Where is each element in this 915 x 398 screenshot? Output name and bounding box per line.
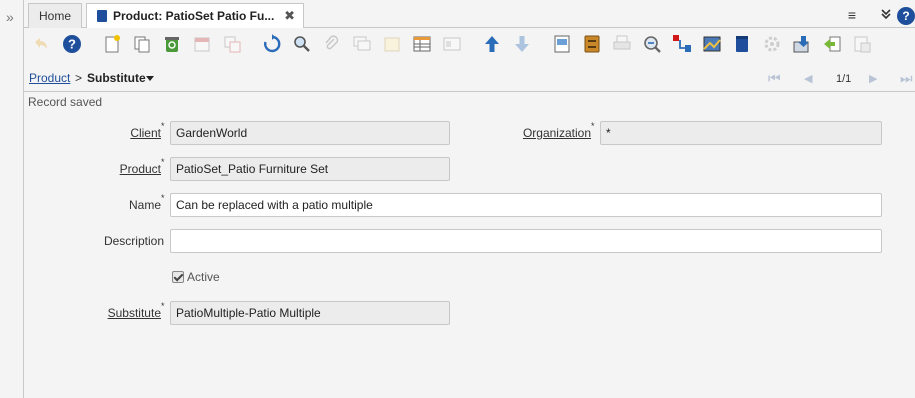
client-label[interactable]: Client <box>110 126 161 140</box>
archive-icon[interactable] <box>580 32 604 56</box>
active-label[interactable]: Active <box>187 270 220 284</box>
delete-selection-icon[interactable] <box>190 32 214 56</box>
breadcrumb-current-tab[interactable]: Substitute <box>87 71 146 85</box>
chat-icon[interactable] <box>350 32 374 56</box>
export-icon[interactable] <box>790 32 814 56</box>
organization-label[interactable]: Organization <box>500 126 591 140</box>
tab-home[interactable]: Home <box>28 3 82 28</box>
first-record-icon[interactable]: ⏮ <box>768 70 781 87</box>
substitute-label[interactable]: Substitute <box>90 306 161 320</box>
organization-field[interactable]: * <box>600 121 882 145</box>
copy-record-icon[interactable] <box>130 32 154 56</box>
zoom-across-icon[interactable] <box>640 32 664 56</box>
import-icon[interactable] <box>820 32 844 56</box>
post-icon[interactable] <box>850 32 874 56</box>
last-record-icon[interactable]: ⏭ <box>900 70 913 87</box>
left-panel-strip: » <box>0 0 24 398</box>
help-icon[interactable]: ? <box>60 32 84 56</box>
print-icon[interactable] <box>610 32 634 56</box>
product-field[interactable]: PatioSet_Patio Furniture Set <box>170 157 450 181</box>
active-checkbox[interactable] <box>172 271 184 283</box>
substitute-required-mark: * <box>161 301 165 311</box>
tab-product-label: Product: PatioSet Patio Fu... <box>113 9 275 23</box>
menu-icon[interactable]: ≡ <box>841 4 863 26</box>
help-icon[interactable]: ? <box>895 4 915 26</box>
refresh-icon[interactable] <box>260 32 284 56</box>
chevron-double-down-icon[interactable] <box>875 4 897 26</box>
substitute-field[interactable]: PatioMultiple-Patio Multiple <box>170 301 450 325</box>
detail-record-icon[interactable] <box>510 32 534 56</box>
name-label: Name <box>128 198 161 212</box>
workflow-icon[interactable] <box>730 32 754 56</box>
description-label: Description <box>103 234 164 248</box>
name-input[interactable]: Can be replaced with a patio multiple <box>170 193 882 217</box>
client-required-mark: * <box>161 121 165 131</box>
organization-required-mark: * <box>591 121 595 131</box>
breadcrumb-separator: > <box>75 71 83 85</box>
record-counter: 1/1 <box>836 73 852 85</box>
svg-text:?: ? <box>68 37 76 52</box>
tab-bar: Home Product: PatioSet Patio Fu... ✖ ≡ ? <box>24 0 915 29</box>
client-field[interactable]: GardenWorld <box>170 121 450 145</box>
attachment-icon[interactable] <box>320 32 344 56</box>
find-icon[interactable] <box>290 32 314 56</box>
toolbar: ? <box>24 28 915 60</box>
parent-record-icon[interactable] <box>480 32 504 56</box>
previous-record-icon[interactable]: ◀ <box>804 72 812 85</box>
tab-product-window[interactable]: Product: PatioSet Patio Fu... ✖ <box>86 3 304 29</box>
expand-panel-icon[interactable]: » <box>6 9 14 25</box>
requests-icon[interactable] <box>670 32 694 56</box>
product-info-icon[interactable] <box>700 32 724 56</box>
note-icon[interactable] <box>380 32 404 56</box>
process-icon[interactable] <box>760 32 784 56</box>
name-required-mark: * <box>161 193 165 203</box>
next-record-icon[interactable]: ▶ <box>869 72 877 85</box>
breadcrumb: Product > Substitute ⏮ ◀ 1/1 ▶ ⏭ <box>24 66 915 92</box>
product-required-mark: * <box>161 157 165 167</box>
close-tab-icon[interactable]: ✖ <box>284 4 295 28</box>
undo-icon[interactable] <box>29 32 53 56</box>
status-message: Record saved <box>28 95 103 109</box>
chevron-down-icon[interactable] <box>146 76 154 81</box>
window-icon <box>97 10 107 22</box>
new-record-icon[interactable] <box>100 32 124 56</box>
report-icon[interactable] <box>550 32 574 56</box>
delete-record-icon[interactable] <box>160 32 184 56</box>
description-input[interactable] <box>170 229 882 253</box>
breadcrumb-product-link[interactable]: Product <box>29 71 70 85</box>
grid-toggle-icon[interactable] <box>410 32 434 56</box>
product-label[interactable]: Product <box>100 162 161 176</box>
save-icon[interactable] <box>220 32 244 56</box>
multi-view-icon[interactable] <box>440 32 464 56</box>
